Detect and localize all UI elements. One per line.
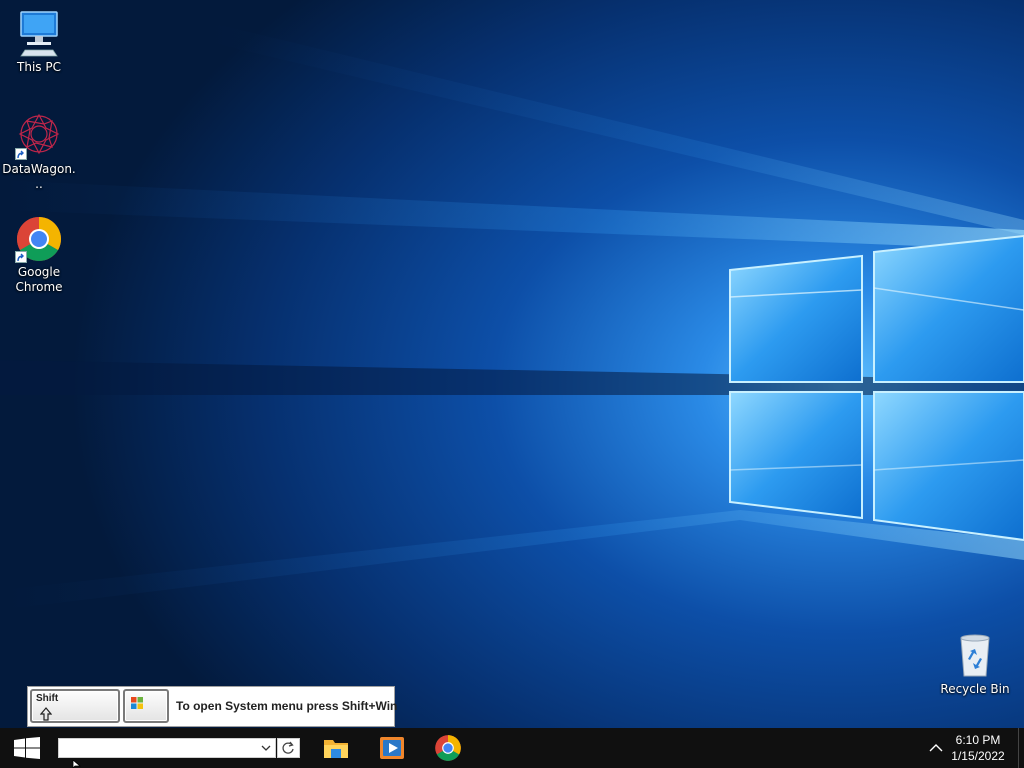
desktop-icon-label: Recycle Bin — [940, 682, 1010, 696]
desktop-icon-chrome[interactable]: Google Chrome — [1, 215, 77, 295]
clock-time: 6:10 PM — [955, 733, 1001, 747]
datawagon-icon — [15, 112, 63, 160]
file-explorer-icon — [324, 740, 348, 758]
wallpaper — [0, 0, 1024, 728]
desktop-icon-label: This PC — [17, 60, 61, 74]
desktop-icon-recycle-bin[interactable]: Recycle Bin — [937, 632, 1013, 697]
desktop-icon-this-pc[interactable]: This PC — [1, 10, 77, 75]
shift-key-label: Shift — [36, 693, 59, 704]
mouse-cursor-icon — [72, 760, 82, 768]
address-input[interactable] — [59, 739, 263, 757]
hint-text: To open System menu press Shift+Win — [176, 699, 398, 713]
desktop: This PC DataWagon... Google Chrome Recyc… — [0, 0, 1024, 728]
windows-logo-icon — [14, 737, 40, 759]
taskbar-app-media-player[interactable] — [366, 728, 416, 768]
win-key-graphic — [123, 689, 169, 723]
desktop-icon-label: DataWagon... — [2, 162, 76, 191]
keyboard-hint-popup: Shift To open System menu press Shift+Wi… — [27, 686, 398, 727]
media-player-icon — [380, 737, 404, 759]
taskbar-app-file-explorer[interactable] — [310, 728, 360, 768]
this-pc-icon — [15, 10, 63, 58]
system-clock[interactable]: 6:10 PM 1/15/2022 — [950, 732, 1006, 764]
taskbar: 6:10 PM 1/15/2022 — [0, 728, 1024, 768]
windows-flag-icon — [131, 697, 143, 709]
refresh-icon — [282, 741, 294, 754]
show-hidden-icons-chevron-icon[interactable] — [926, 740, 946, 756]
address-toolbar[interactable] — [58, 738, 276, 758]
start-button[interactable] — [0, 728, 54, 768]
chrome-icon — [15, 215, 63, 263]
taskbar-app-chrome[interactable] — [422, 728, 472, 768]
shortcut-arrow-icon — [15, 251, 27, 263]
chevron-down-icon[interactable] — [259, 742, 273, 754]
desktop-icon-label: Google Chrome — [15, 265, 63, 294]
refresh-button[interactable] — [277, 738, 300, 758]
show-desktop-button[interactable] — [1018, 728, 1024, 768]
recycle-bin-icon — [951, 632, 999, 680]
chrome-icon — [435, 735, 461, 761]
shift-key-graphic: Shift — [30, 689, 120, 723]
shortcut-arrow-icon — [15, 148, 27, 160]
clock-date: 1/15/2022 — [951, 749, 1005, 763]
shift-arrow-icon — [40, 707, 52, 721]
desktop-icon-datawagon[interactable]: DataWagon... — [1, 112, 77, 192]
